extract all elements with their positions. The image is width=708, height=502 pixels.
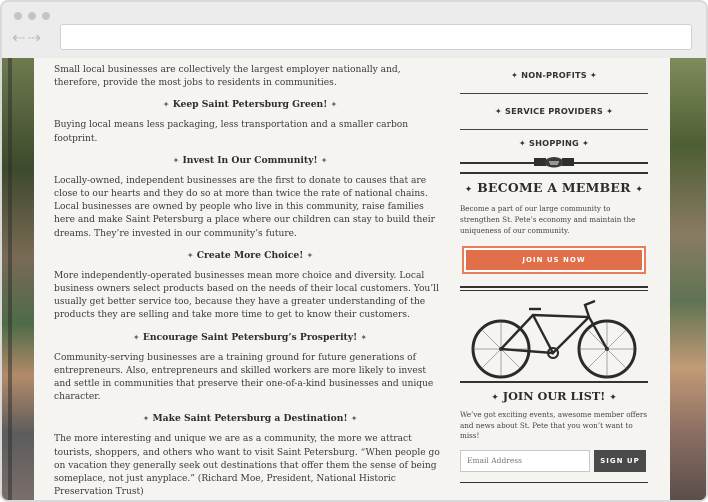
section-body: The more interesting and unique we are a… [54, 434, 440, 498]
page-viewport: Small local businesses are collectively … [2, 58, 706, 500]
section-body: Locally-owned, independent businesses ar… [54, 175, 436, 239]
member-description: Become a part of our large community to … [460, 204, 636, 235]
category-label-text: NON-PROFITS [521, 70, 587, 80]
ornament-icon: ✦ [330, 100, 338, 110]
section-heading-text: Invest In Our Community! [182, 154, 318, 166]
category-label: ✦ SERVICE PROVIDERS ✦ [460, 106, 648, 116]
window-minimize-dot[interactable] [28, 12, 36, 20]
section-heading: ✦ Make Saint Petersburg a Destination! ✦ [54, 413, 446, 424]
handshake-icon [534, 157, 574, 168]
background-photo-right [670, 58, 706, 500]
section-heading-text: Keep Saint Petersburg Green! [172, 99, 328, 111]
ornament-icon: ✦ [494, 106, 502, 116]
ornament-icon: ✦ [320, 155, 328, 165]
ornament-icon: ✦ [518, 138, 526, 148]
section-heading-text: Encourage Saint Petersburg’s Prosperity! [142, 331, 358, 343]
ornament-icon: ✦ [606, 106, 614, 116]
list-title: ✦ JOIN OUR LIST! ✦ [460, 389, 648, 403]
window-maximize-dot[interactable] [42, 12, 50, 20]
section-heading: ✦ Keep Saint Petersburg Green! ✦ [54, 99, 446, 110]
main-content: Small local businesses are collectively … [54, 64, 446, 499]
window-close-dot[interactable] [14, 12, 22, 20]
intro-paragraph: Small local businesses are collectively … [54, 65, 401, 89]
member-title: ✦ BECOME A MEMBER ✦ [460, 180, 648, 195]
sidebar: ✦ NON-PROFITS ✦ ✦ SERVICE PROVIDERS ✦ ✦ [460, 58, 648, 483]
ornament-icon: ✦ [350, 414, 358, 424]
ornament-icon: ✦ [589, 70, 597, 80]
section-heading-text: Make Saint Petersburg a Destination! [152, 413, 348, 425]
section-body: More independently-operated businesses m… [54, 270, 439, 321]
section-heading-text: Create More Choice! [196, 249, 304, 261]
section-body: Buying local means less packaging, less … [54, 120, 409, 144]
ornament-icon: ✦ [306, 250, 314, 260]
ornament-icon: ✦ [186, 250, 194, 260]
divider-line [460, 172, 648, 174]
back-forward-icon[interactable]: ⇠⇢ [12, 28, 43, 47]
ornament-icon: ✦ [491, 393, 499, 403]
ornament-icon: ✦ [464, 185, 473, 195]
divider-line [460, 286, 648, 291]
category-label: ✦ SHOPPING ✦ [460, 138, 648, 148]
ornament-icon: ✦ [635, 185, 644, 195]
divider-line [460, 381, 648, 383]
list-title-text: JOIN OUR LIST! [502, 389, 606, 403]
join-us-label: JOIN US NOW [466, 250, 642, 270]
ornament-icon: ✦ [360, 332, 368, 342]
ornament-icon: ✦ [609, 393, 617, 403]
category-label-text: SHOPPING [529, 138, 579, 148]
ornament-icon: ✦ [511, 70, 519, 80]
section-heading: ✦ Encourage Saint Petersburg’s Prosperit… [54, 332, 446, 343]
category-non-profits[interactable]: ✦ NON-PROFITS ✦ [460, 58, 648, 94]
category-label-text: SERVICE PROVIDERS [504, 106, 604, 116]
member-title-text: BECOME A MEMBER [477, 180, 631, 195]
email-input[interactable] [460, 449, 590, 472]
section-body: Community-serving businesses are a train… [54, 352, 434, 403]
ornament-icon: ✦ [142, 414, 150, 424]
handshake-divider [460, 156, 648, 170]
browser-chrome: ⇠⇢ [2, 2, 706, 58]
divider-line [460, 481, 648, 483]
section-heading: ✦ Create More Choice! ✦ [54, 250, 446, 261]
ornament-icon: ✦ [162, 100, 170, 110]
ornament-icon: ✦ [132, 332, 140, 342]
section-heading: ✦ Invest In Our Community! ✦ [54, 155, 446, 166]
category-service-providers[interactable]: ✦ SERVICE PROVIDERS ✦ [460, 94, 648, 130]
category-label: ✦ NON-PROFITS ✦ [460, 70, 648, 80]
sign-up-button[interactable]: SIGN UP [594, 449, 646, 472]
browser-window: ⇠⇢ Small local businesses are collective… [0, 0, 708, 502]
bicycle-icon [471, 299, 637, 379]
join-us-button[interactable]: JOIN US NOW [462, 246, 646, 274]
ornament-icon: ✦ [172, 155, 180, 165]
ornament-icon: ✦ [582, 138, 590, 148]
list-description: We’ve got exciting events, awesome membe… [460, 410, 648, 440]
content-paper: Small local businesses are collectively … [34, 58, 670, 500]
signup-form: SIGN UP [460, 449, 648, 472]
address-bar[interactable] [60, 24, 692, 50]
background-photo-left [2, 58, 34, 500]
